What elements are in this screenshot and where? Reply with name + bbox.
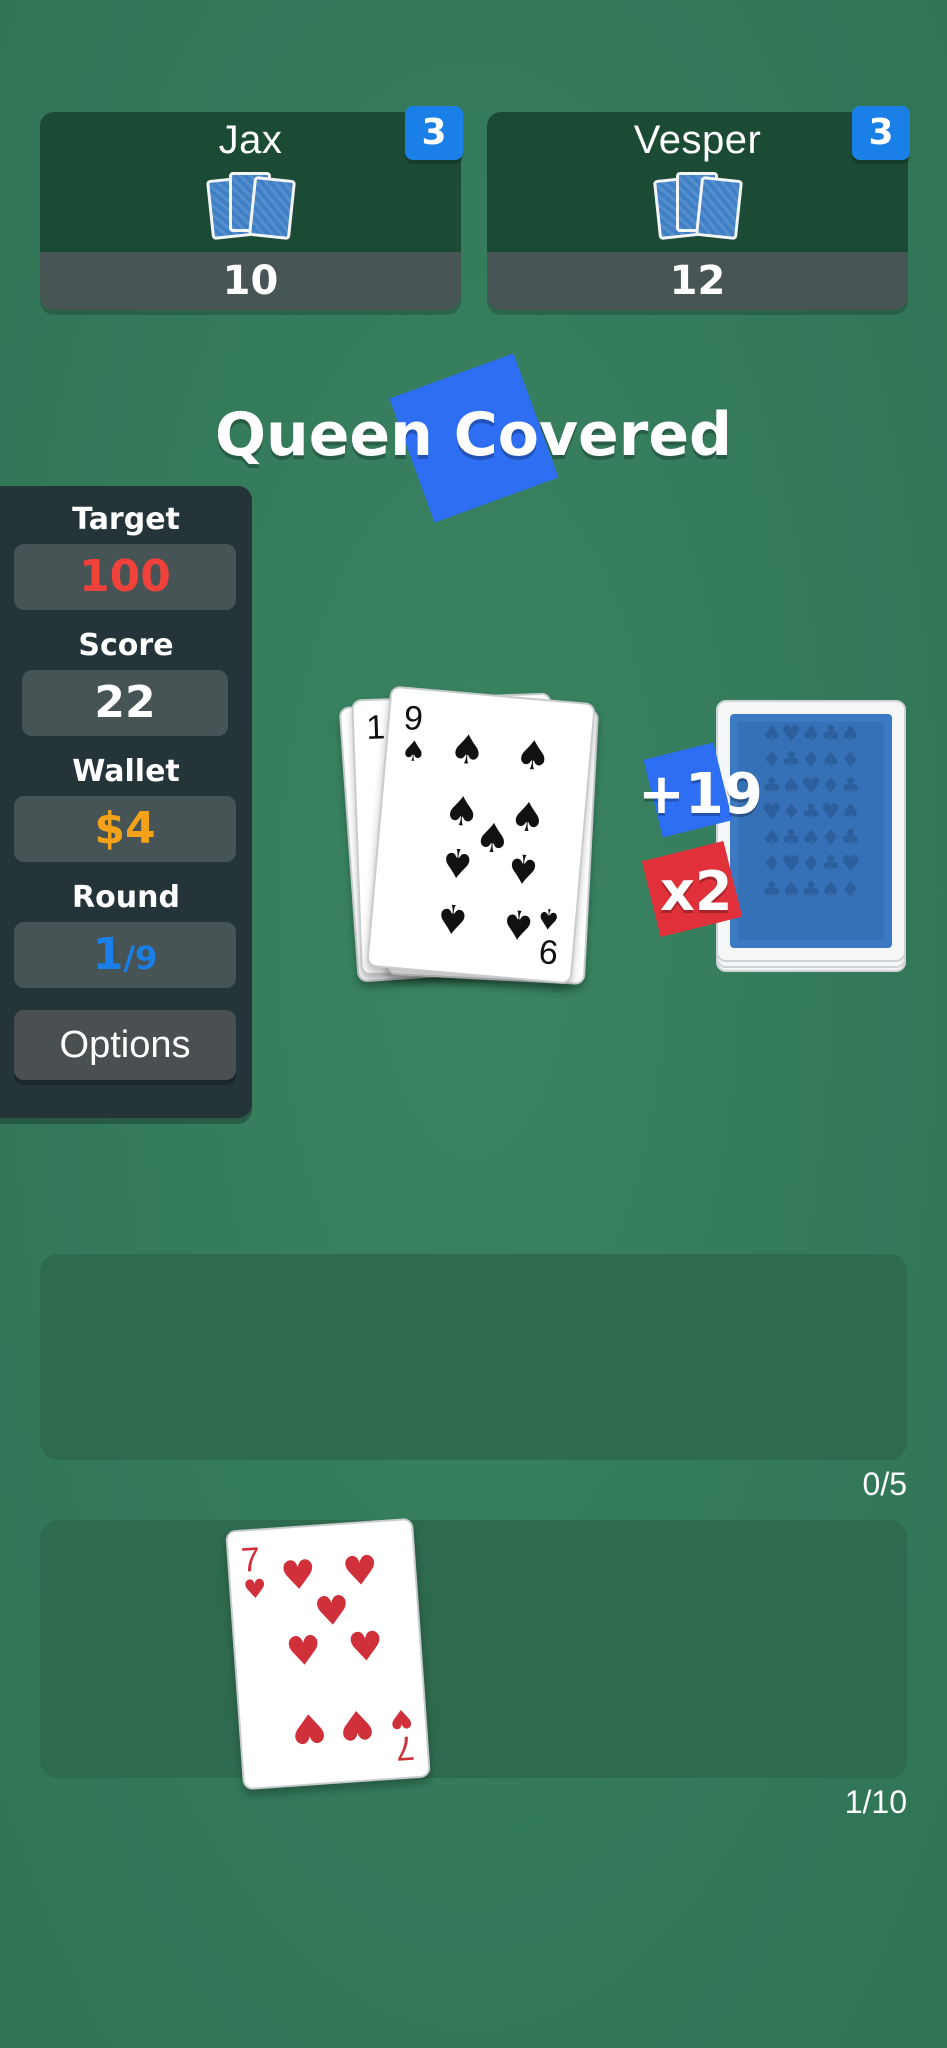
- options-button[interactable]: Options: [14, 1010, 236, 1080]
- card-rank: 7: [239, 1540, 262, 1580]
- under-card-corner: 1: [365, 708, 386, 748]
- spade-icon: ♠: [432, 893, 473, 943]
- hand-count: 1/10: [844, 1784, 907, 1820]
- play-zone[interactable]: [40, 1254, 907, 1460]
- opponent-score: 10: [40, 252, 461, 310]
- play-zone-count: 0/5: [862, 1466, 907, 1502]
- wallet-value: $4: [14, 796, 236, 862]
- round-total: 9: [135, 939, 158, 977]
- heart-icon: ♥: [346, 1623, 386, 1672]
- opponent-score: 12: [487, 252, 908, 310]
- heart-icon: ♥: [242, 1574, 268, 1606]
- chip-bonus-text: +19: [638, 762, 763, 827]
- spade-icon: ♠: [513, 731, 553, 781]
- opponent-hand-icon: [191, 170, 311, 242]
- score-value: 22: [22, 670, 228, 736]
- opponent-panel-jax: Jax 10: [40, 112, 461, 310]
- opponent-card-count-badge: 3: [405, 106, 463, 160]
- card-rank: 9: [402, 698, 425, 739]
- round-label: Round: [72, 880, 180, 915]
- spade-icon: ♠: [447, 726, 488, 775]
- heart-icon: ♥: [289, 1703, 329, 1752]
- round-value: 1/9: [14, 922, 236, 988]
- score-label: Score: [78, 628, 174, 663]
- target-label: Target: [72, 502, 180, 537]
- round-current: 1: [92, 929, 124, 980]
- opponent-name: Jax: [218, 118, 283, 162]
- heart-icon: ♥: [340, 1547, 380, 1596]
- heart-icon: ♥: [337, 1699, 377, 1749]
- stats-panel: Target 100 Score 22 Wallet $4 Round 1/9 …: [0, 486, 252, 1118]
- spade-icon: ♠: [498, 899, 539, 949]
- spade-icon: ♠: [503, 843, 544, 893]
- heart-icon: ♥: [284, 1627, 324, 1676]
- opponent-hand-icon: [638, 170, 758, 242]
- top-pile-card: 9 ♠ ♠ ♠ ♠ ♠ ♠ ♠ ♠ ♠ ♠ ♠ 9: [366, 685, 596, 985]
- spade-icon: ♠: [534, 901, 563, 937]
- spade-icon: ♠: [437, 837, 478, 887]
- card-back-pattern: ♠♥♠♣♠ ♦♣♦♠♦ ♣♠♥♦♣ ♥♦♣♥♠ ♠♣♠♦♣ ♦♥♦♣♥ ♣♠♣♠♦: [738, 722, 884, 940]
- hand-card[interactable]: 7 ♥ ♥ ♥ ♥ ♥ ♥ ♥ ♥ ♥ 7: [225, 1517, 431, 1791]
- opponent-panel-vesper: Vesper 12: [487, 112, 908, 310]
- deck-top-card: ♠♥♠♣♠ ♦♣♦♠♦ ♣♠♥♦♣ ♥♦♣♥♠ ♠♣♠♦♣ ♦♥♦♣♥ ♣♠♣♠♦: [716, 700, 906, 962]
- opponent-name: Vesper: [633, 118, 762, 162]
- spade-icon: ♠: [507, 793, 548, 843]
- round-separator: /: [123, 939, 136, 977]
- hand-zone: [40, 1520, 907, 1778]
- card-rank: 7: [394, 1728, 417, 1768]
- wallet-label: Wallet: [72, 754, 180, 789]
- multiplier-text: x2: [660, 860, 733, 923]
- event-banner: Queen Covered: [214, 400, 732, 470]
- card-rank: 9: [537, 931, 560, 972]
- spade-icon: ♠: [399, 733, 428, 769]
- opponent-card-count-badge: 3: [852, 106, 910, 160]
- target-value: 100: [14, 544, 236, 610]
